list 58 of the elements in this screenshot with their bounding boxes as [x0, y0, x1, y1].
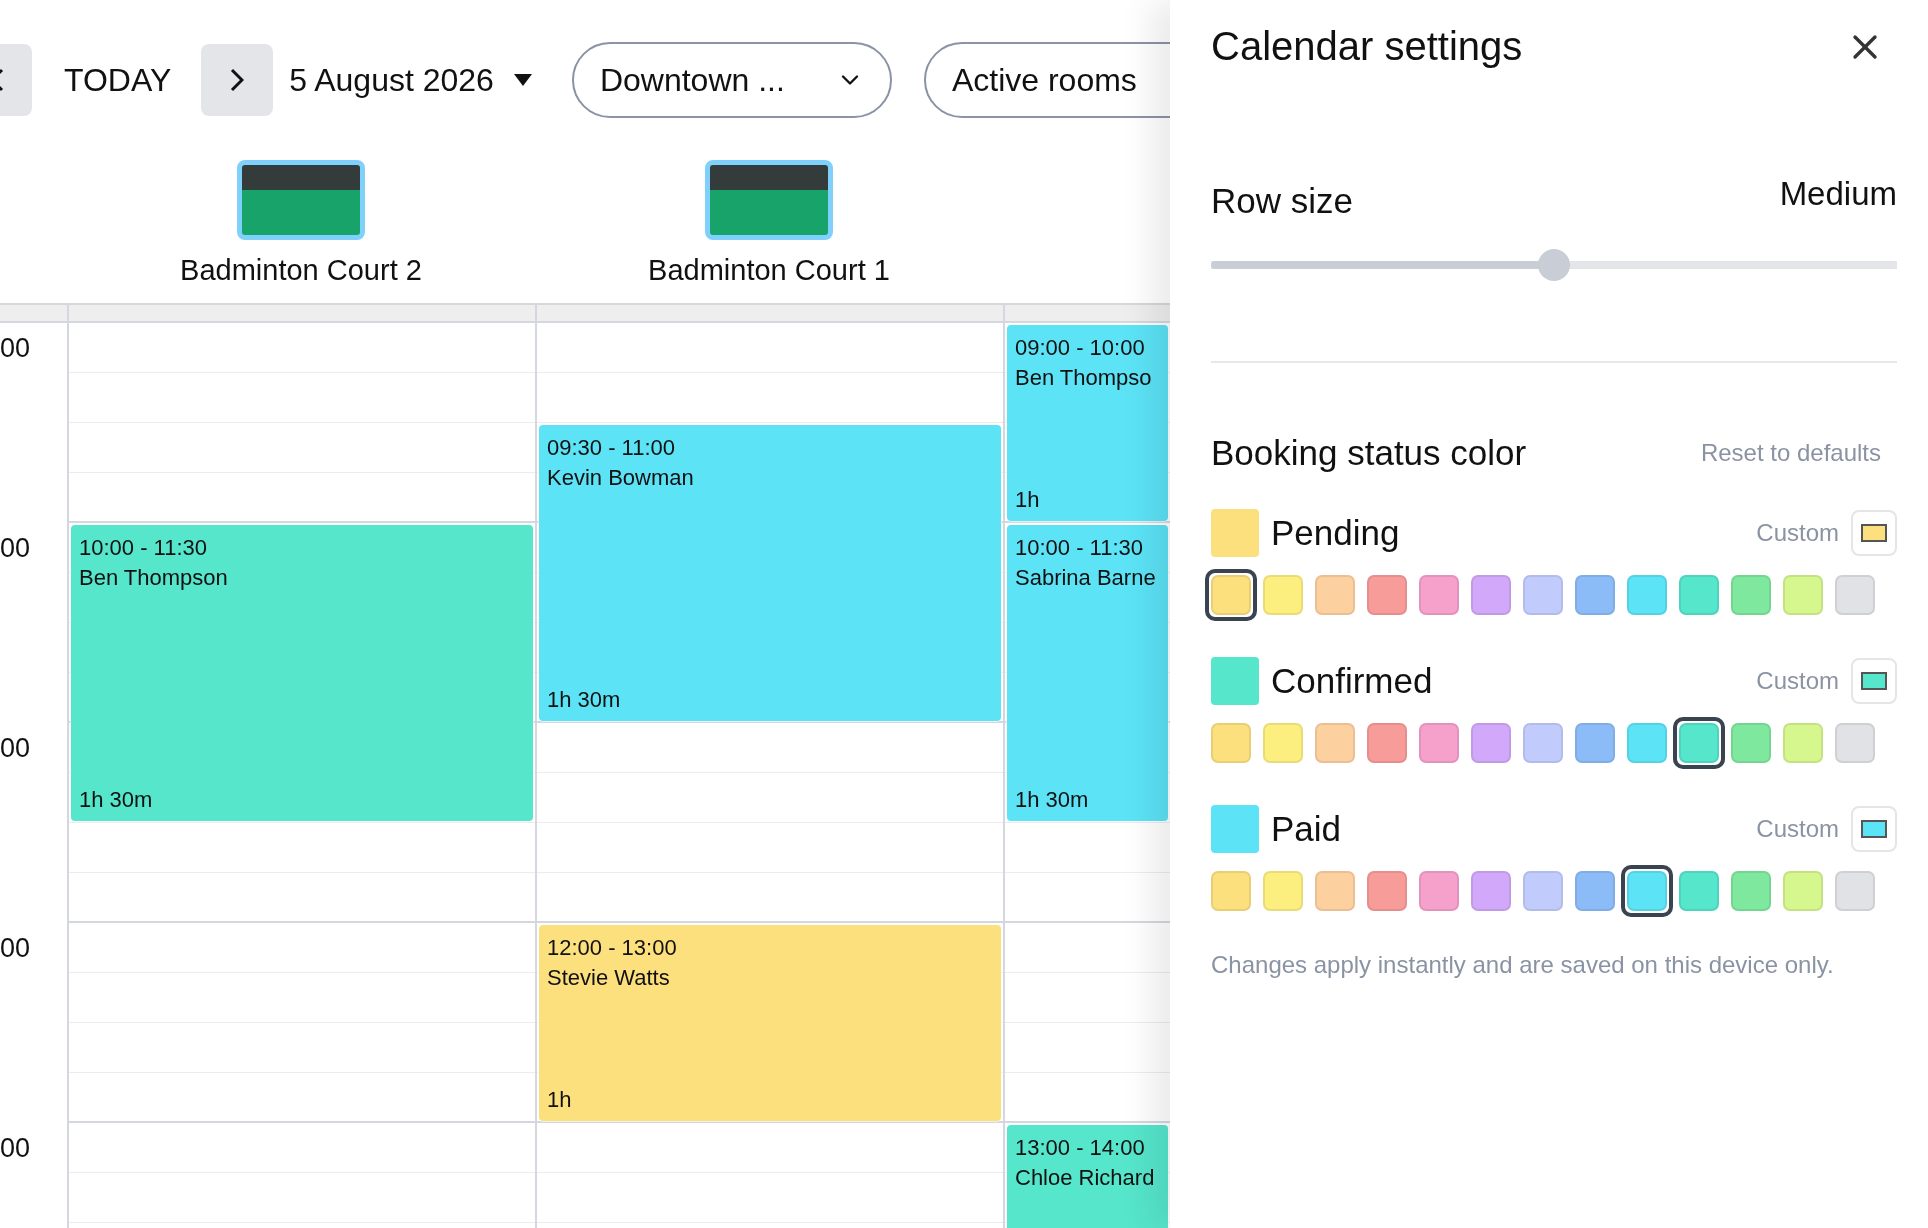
booking-block[interactable]: 10:00 - 11:30 Sabrina Barne 1h 30m	[1007, 525, 1168, 821]
booking-duration: 1h 30m	[79, 786, 153, 814]
booking-customer: Kevin Bowman	[547, 464, 694, 492]
status-name: Confirmed	[1271, 661, 1434, 701]
panel-title: Calendar settings	[1211, 24, 1523, 69]
color-preview-icon	[1861, 820, 1887, 838]
booking-customer: Ben Thompso	[1015, 364, 1152, 392]
booking-duration: 1h	[1015, 486, 1040, 514]
info-note: Changes apply instantly and are saved on this device only.	[1211, 951, 1835, 979]
booking-time: 10:00 - 11:30	[79, 534, 208, 562]
booking-duration: 1h 30m	[547, 686, 621, 714]
hour-label: 00	[0, 533, 31, 563]
today-button[interactable]: TODAY	[32, 61, 202, 99]
next-button[interactable]	[201, 44, 274, 116]
custom-color-button[interactable]	[1851, 510, 1897, 556]
booking-block[interactable]: 09:00 - 10:00 Ben Thompso 1h	[1007, 325, 1168, 521]
custom-label: Custom	[1756, 519, 1839, 547]
rooms-filter-dropdown[interactable]: Active rooms	[923, 42, 1170, 118]
row-size-label: Row size	[1211, 181, 1353, 221]
color-swatch[interactable]	[1205, 569, 1257, 621]
booking-customer: Chloe Richard	[1015, 1164, 1155, 1192]
slider-thumb[interactable]	[1538, 249, 1570, 281]
room-name: Badminton Court 1	[648, 254, 890, 287]
hour-label: 00	[0, 1133, 31, 1163]
status-name: Paid	[1271, 809, 1343, 849]
row-size-value: Medium	[1779, 175, 1897, 213]
color-preview-icon	[1861, 672, 1887, 690]
booking-duration: 1h	[547, 1086, 572, 1114]
custom-color-button[interactable]	[1851, 806, 1897, 852]
booking-block[interactable]: 12:00 - 13:00 Stevie Watts 1h	[539, 925, 1001, 1121]
booking-time: 09:30 - 11:00	[547, 434, 676, 462]
booking-customer: Sabrina Barne	[1015, 564, 1156, 592]
booking-time: 13:00 - 14:00	[1015, 1134, 1145, 1162]
hour-label: 00	[0, 733, 31, 763]
date-picker[interactable]: 5 August 2026	[273, 61, 532, 99]
color-swatch[interactable]	[1673, 717, 1725, 769]
booking-duration: 1h 30m	[1015, 786, 1089, 814]
booking-customer: Stevie Watts	[547, 964, 670, 992]
custom-label: Custom	[1756, 815, 1839, 843]
caret-icon	[513, 74, 532, 86]
color-swatch[interactable]	[1621, 865, 1673, 917]
booking-block[interactable]: 09:30 - 11:00 Kevin Bowman 1h 30m	[539, 425, 1001, 721]
booking-block[interactable]: 10:00 - 11:30 Ben Thompson 1h 30m	[71, 525, 533, 821]
hour-label: 00	[0, 333, 31, 363]
booking-block[interactable]: 13:00 - 14:00 Chloe Richard	[1007, 1125, 1168, 1228]
booking-time: 09:00 - 10:00	[1015, 334, 1145, 362]
color-preview-icon	[1861, 524, 1887, 542]
booking-time: 10:00 - 11:30	[1015, 534, 1144, 562]
custom-label: Custom	[1756, 667, 1839, 695]
hour-label: 00	[0, 933, 31, 963]
location-dropdown[interactable]: Downtown ...	[571, 42, 892, 118]
custom-color-button[interactable]	[1851, 658, 1897, 704]
status-name: Pending	[1271, 513, 1401, 553]
chevron-right-icon	[230, 68, 245, 92]
booking-customer: Ben Thompson	[79, 564, 228, 592]
room-name: Badminton Court 2	[180, 254, 422, 287]
booking-time: 12:00 - 13:00	[547, 934, 677, 962]
section-title: Booking status color	[1211, 433, 1527, 473]
